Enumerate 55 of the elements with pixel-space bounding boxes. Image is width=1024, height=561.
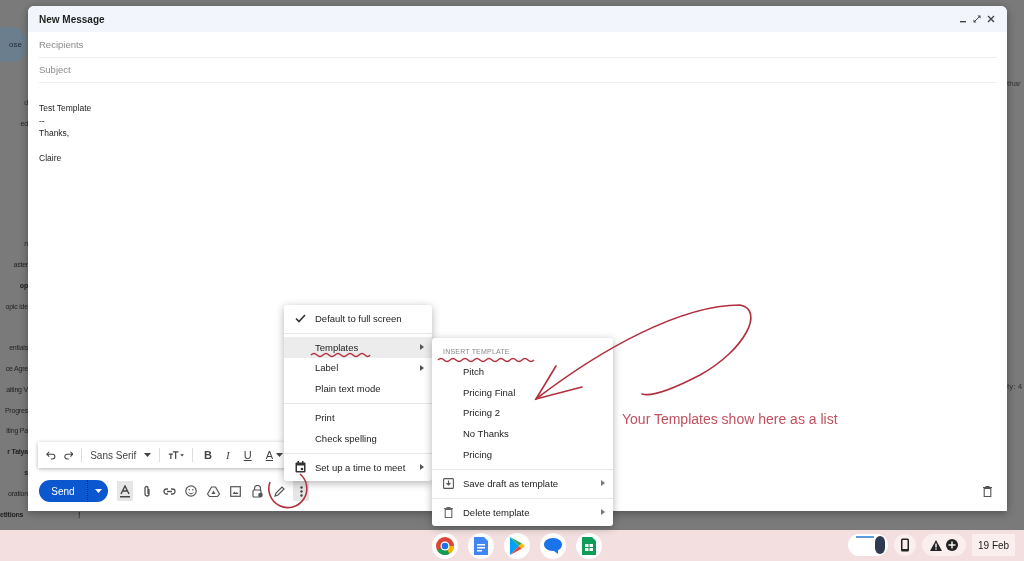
menu-item[interactable]: Set up a time to meet (284, 456, 432, 478)
expand-icon[interactable] (973, 15, 981, 23)
undo-icon[interactable] (46, 450, 56, 460)
phone-icon[interactable] (894, 534, 916, 556)
template-item[interactable]: Pricing (432, 444, 613, 465)
window-thumbnail-icon[interactable] (848, 534, 888, 556)
subject-field[interactable]: Subject (39, 57, 997, 83)
message-line: -- (39, 114, 46, 127)
menu-item[interactable]: Templates (284, 336, 432, 358)
text-size-icon[interactable] (168, 450, 185, 460)
mail-row-text: ty: 4 (1007, 382, 1023, 391)
italic-button[interactable]: I (223, 449, 233, 461)
message-line: Test Template (39, 102, 93, 115)
redo-icon[interactable] (63, 450, 74, 460)
menu-item[interactable]: Delete template (432, 501, 613, 523)
chat-bubble-icon[interactable] (540, 533, 566, 559)
message-line: Thanks, (39, 127, 71, 140)
template-item[interactable]: Pitch (432, 361, 613, 382)
calendar-icon (295, 461, 306, 474)
caret-icon (144, 453, 152, 457)
menu-item[interactable]: Print (284, 407, 432, 428)
bold-button[interactable]: B (201, 449, 216, 461)
menu-item[interactable]: Label (284, 357, 432, 379)
send-button[interactable]: Send (39, 480, 108, 502)
caret-icon[interactable] (94, 489, 102, 493)
template-item[interactable]: Pricing Final (432, 381, 613, 403)
message-line: Claire (39, 152, 63, 165)
spreadsheet-app-icon[interactable] (576, 533, 602, 559)
document-app-icon[interactable] (468, 533, 494, 559)
template-item[interactable]: Pricing 2 (432, 402, 613, 424)
menu-item[interactable]: Default to full screen (284, 308, 432, 329)
add-icon[interactable] (946, 539, 958, 551)
underline-button[interactable]: U (240, 449, 255, 461)
menu-item[interactable]: Plain text mode (284, 378, 432, 400)
compose-button[interactable]: ose (0, 27, 25, 62)
menu-item[interactable]: Check spelling (284, 428, 432, 449)
browser-app-icon[interactable] (432, 533, 458, 559)
more-options-icon[interactable] (293, 481, 309, 501)
template-item[interactable]: No Thanks (432, 423, 613, 445)
caret-icon (276, 453, 283, 457)
warning-icon[interactable] (930, 539, 942, 551)
font-dropdown[interactable]: Sans Serif (90, 449, 152, 461)
color-button[interactable]: A (262, 449, 286, 461)
play-store-icon[interactable] (504, 533, 530, 559)
close-icon[interactable] (987, 15, 995, 23)
download-box-icon (443, 477, 454, 489)
recipients-field[interactable]: Recipients (39, 32, 997, 58)
date-button[interactable]: 19 Feb (972, 534, 1016, 556)
window-title: New Message (39, 13, 105, 25)
menu-item[interactable]: Save draft as template (432, 473, 613, 494)
folder-count: ! (78, 509, 81, 520)
text-format-icon[interactable] (117, 481, 133, 501)
trash-icon (444, 506, 453, 518)
annotation-text: Your Templates show here as a list (622, 411, 838, 427)
squiggle-underline (310, 352, 371, 358)
